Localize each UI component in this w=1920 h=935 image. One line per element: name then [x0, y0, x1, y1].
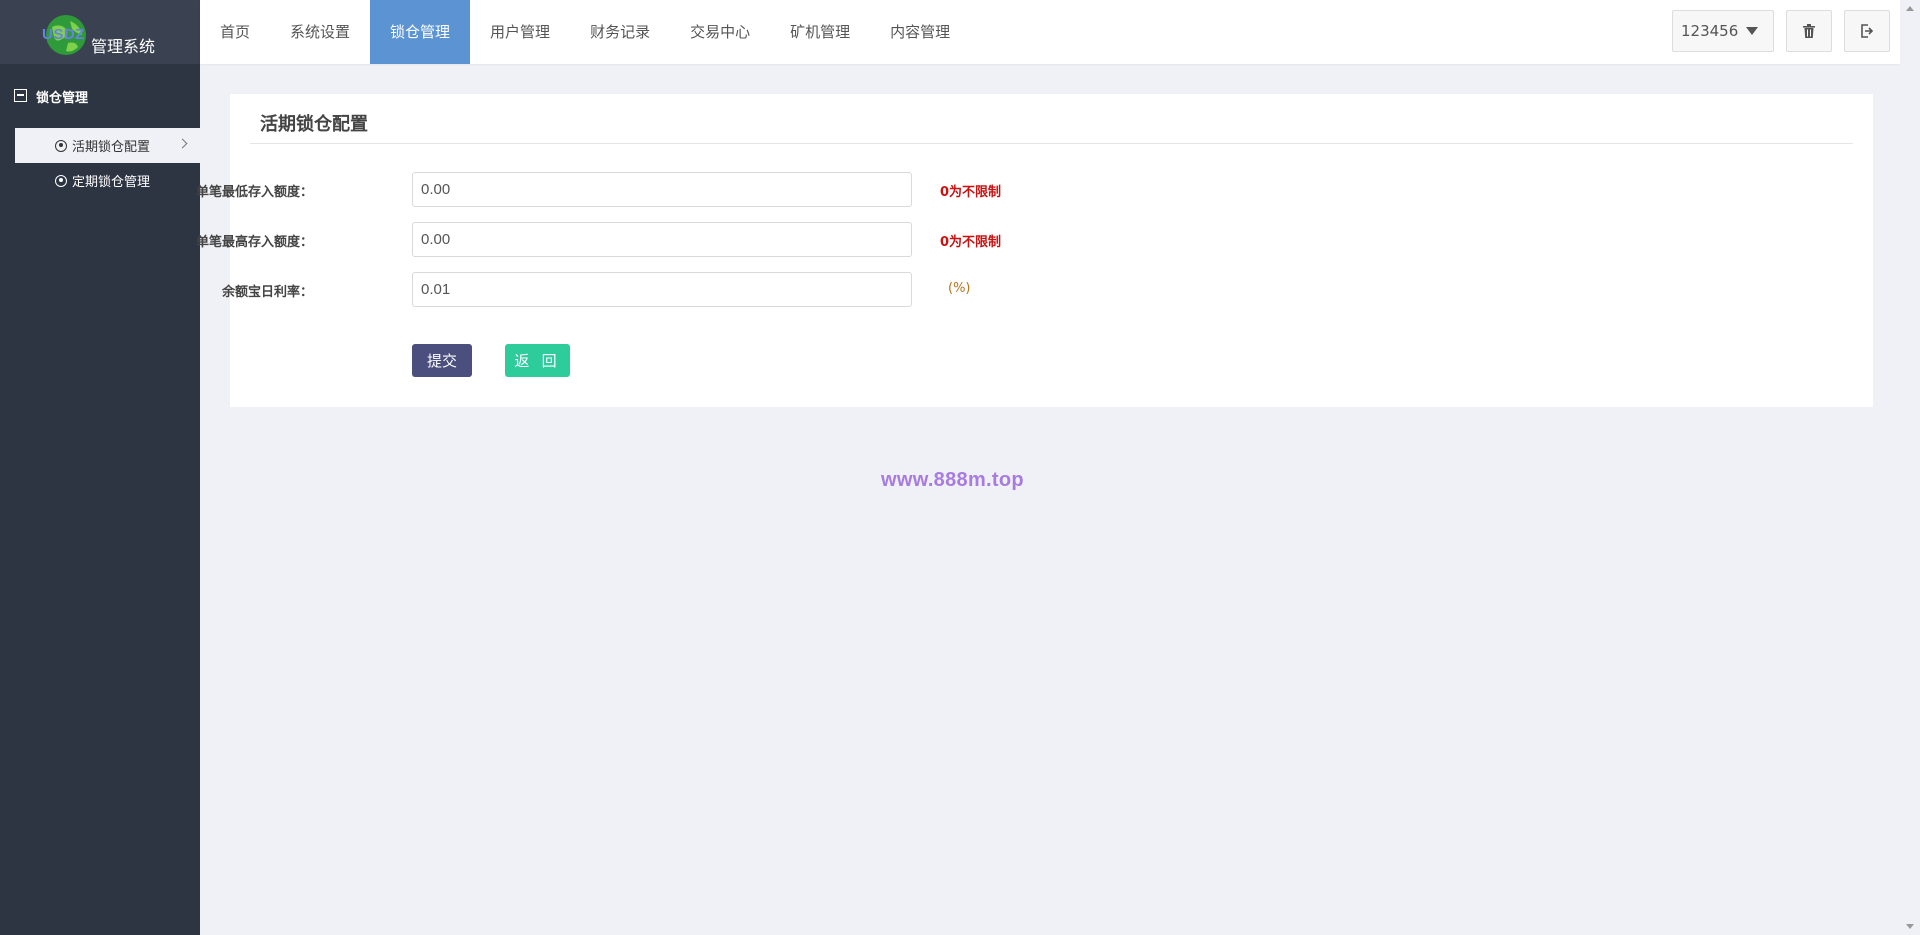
- scroll-up-icon[interactable]: [1906, 6, 1914, 11]
- top-nav-bar: 首页 系统设置 锁仓管理 用户管理 财务记录 交易中心 矿机管理 内容管理 12…: [200, 0, 1900, 64]
- min-deposit-hint: 0为不限制: [940, 185, 1002, 200]
- nav-trade-center[interactable]: 交易中心: [670, 0, 770, 64]
- form-row-min-deposit: 单笔最低存入额度： 0为不限制: [196, 172, 1873, 208]
- min-deposit-input[interactable]: [412, 172, 912, 207]
- min-deposit-label: 单笔最低存入额度：: [195, 185, 313, 200]
- config-panel: 活期锁仓配置 单笔最低存入额度： 0为不限制 单笔最高存入额度： 0为不限制 余…: [196, 94, 1873, 407]
- clear-cache-button[interactable]: [1786, 10, 1832, 52]
- form-row-daily-rate: 余额宝日利率： (%): [222, 272, 1873, 308]
- logout-button[interactable]: [1844, 10, 1890, 52]
- logo-text: USDZ: [42, 26, 85, 43]
- nav-system-settings[interactable]: 系统设置: [270, 0, 370, 64]
- back-button[interactable]: 返 回: [505, 344, 570, 377]
- max-deposit-input[interactable]: [412, 222, 912, 257]
- sidebar-item-label: 活期锁仓配置: [72, 140, 151, 155]
- brand-title: 管理系统: [91, 37, 156, 56]
- form-row-max-deposit: 单笔最高存入额度： 0为不限制: [196, 222, 1873, 258]
- daily-rate-unit: (%): [948, 281, 971, 296]
- nav-lock-management[interactable]: 锁仓管理: [370, 0, 471, 64]
- brand[interactable]: USDZ 管理系统: [0, 0, 200, 64]
- sidebar-group-label: 锁仓管理: [36, 90, 89, 106]
- sidebar: USDZ 管理系统 锁仓管理 活期锁仓配置 定期锁仓管理: [0, 0, 200, 935]
- trash-icon: [1803, 24, 1815, 38]
- max-deposit-label: 单笔最高存入额度：: [195, 235, 313, 250]
- page-title: 活期锁仓配置: [260, 114, 368, 135]
- main-nav: 首页 系统设置 锁仓管理 用户管理 财务记录 交易中心 矿机管理 内容管理: [200, 0, 970, 64]
- user-label: 123456: [1681, 22, 1739, 40]
- nav-home[interactable]: 首页: [200, 0, 270, 64]
- app-root: USDZ 管理系统 锁仓管理 活期锁仓配置 定期锁仓管理 首页 系统设置 锁仓管…: [0, 0, 1920, 935]
- submit-button[interactable]: 提交: [412, 344, 472, 377]
- daily-rate-label: 余额宝日利率：: [221, 285, 313, 300]
- daily-rate-input[interactable]: [412, 272, 912, 307]
- chevron-right-icon: [177, 138, 188, 149]
- nav-user-management[interactable]: 用户管理: [470, 0, 570, 64]
- radio-dot-icon: [55, 139, 67, 152]
- sidebar-item-demand-config[interactable]: 活期锁仓配置: [15, 128, 200, 163]
- title-divider: [250, 143, 1853, 144]
- sidebar-group-lock[interactable]: 锁仓管理: [0, 64, 200, 128]
- radio-dot-icon: [55, 174, 67, 187]
- user-dropdown-button[interactable]: 123456: [1672, 10, 1774, 52]
- watermark-text: www.888m.top: [881, 469, 1024, 491]
- nav-finance-records[interactable]: 财务记录: [570, 0, 670, 64]
- max-deposit-hint: 0为不限制: [940, 235, 1002, 250]
- logout-icon: [1861, 24, 1874, 38]
- caret-down-icon: [1746, 27, 1759, 35]
- nav-content-management[interactable]: 内容管理: [870, 0, 970, 64]
- collapse-icon[interactable]: [14, 88, 27, 102]
- scroll-down-icon[interactable]: [1906, 924, 1914, 929]
- top-right-actions: 123456: [1672, 10, 1890, 52]
- nav-miner-management[interactable]: 矿机管理: [770, 0, 870, 64]
- page-scrollbar[interactable]: [1900, 0, 1920, 935]
